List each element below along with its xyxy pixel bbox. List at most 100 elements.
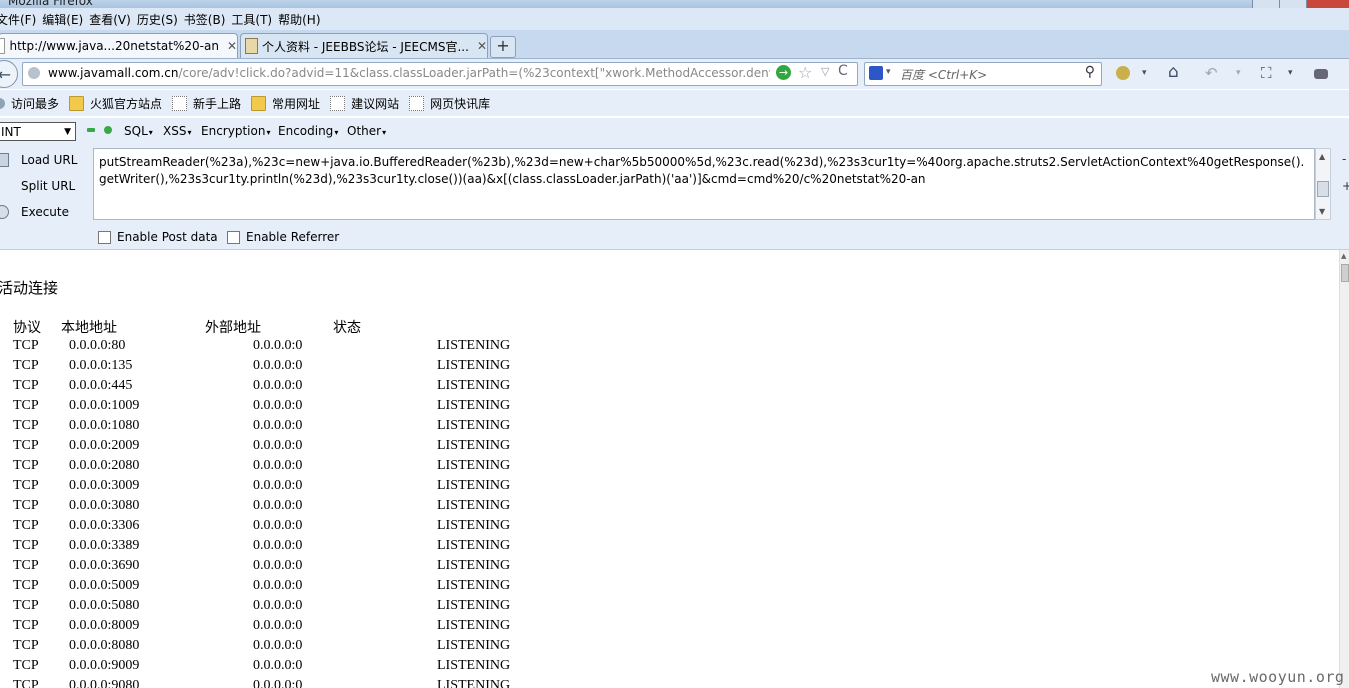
row-state: LISTENING (437, 338, 511, 353)
row-foreign-address: 0.0.0.0:0 (253, 338, 303, 353)
row-state: LISTENING (437, 358, 511, 373)
row-foreign-address: 0.0.0.0:0 (253, 458, 303, 473)
load-url-button[interactable]: Load URL (0, 153, 77, 167)
search-input[interactable]: 百度 <Ctrl+K> (900, 66, 987, 83)
row-protocol: TCP (13, 338, 39, 353)
menu-edit[interactable]: 编辑(E) (42, 11, 89, 28)
menu-xss[interactable]: XSS (163, 124, 191, 138)
url-dropdown-icon[interactable]: ▽ (821, 65, 829, 78)
search-bar[interactable]: ▾ 百度 <Ctrl+K> ⚲ (864, 62, 1102, 86)
url-input[interactable]: www.javamall.com.cn/core/adv!click.do?ad… (48, 66, 770, 80)
addon-icon[interactable] (1116, 66, 1130, 80)
close-tab-icon[interactable]: ✕ (227, 39, 237, 53)
chevron-down-icon[interactable]: ▾ (1142, 68, 1147, 78)
scrollbar-thumb[interactable] (1341, 264, 1349, 282)
menu-file[interactable]: 文件(F) (0, 11, 42, 28)
close-window-button[interactable] (1306, 0, 1349, 8)
grow-textarea-button[interactable]: + (1342, 179, 1349, 193)
chevron-down-icon[interactable]: ▾ (1236, 68, 1241, 78)
scrollbar-thumb[interactable] (1317, 181, 1329, 197)
hackbar-type-select[interactable]: INT ▼ (0, 122, 76, 141)
split-url-button[interactable]: Split URL (0, 179, 75, 193)
checkbox-box[interactable] (98, 230, 111, 244)
addon-bug-icon[interactable] (1314, 69, 1328, 79)
row-local-address: 0.0.0.0:3009 (69, 478, 140, 493)
scroll-down-icon[interactable]: ▼ (1319, 207, 1325, 216)
row-local-address: 0.0.0.0:1009 (69, 398, 140, 413)
search-icon[interactable]: ⚲ (1085, 64, 1095, 80)
shrink-textarea-button[interactable]: - (1342, 152, 1346, 166)
maximize-button[interactable] (1279, 0, 1306, 8)
menu-tools[interactable]: 工具(T) (231, 11, 278, 28)
select-value: INT (1, 125, 21, 139)
minimize-button[interactable] (1252, 0, 1279, 8)
menu-encryption[interactable]: Encryption (201, 124, 270, 138)
row-state: LISTENING (437, 398, 511, 413)
menu-view[interactable]: 查看(V) (89, 11, 137, 28)
back-button[interactable]: ← (0, 60, 18, 88)
row-state: LISTENING (437, 418, 511, 433)
new-tab-button[interactable]: + (490, 36, 516, 58)
row-state: LISTENING (437, 598, 511, 613)
row-local-address: 0.0.0.0:2009 (69, 438, 140, 453)
execute-button[interactable]: Execute (0, 205, 69, 219)
row-foreign-address: 0.0.0.0:0 (253, 478, 303, 493)
enable-referrer-checkbox[interactable]: Enable Referrer (227, 230, 339, 244)
hackbar-url-textarea[interactable]: putStreamReader(%23a),%23c=new+java.io.B… (93, 148, 1315, 220)
scroll-up-icon[interactable]: ▲ (1319, 152, 1325, 161)
page-scrollbar[interactable]: ▲ (1339, 250, 1349, 688)
undo-icon[interactable]: ↶ (1205, 64, 1218, 82)
tab-netstat[interactable]: http://www.java...20netstat%20-an ✕ (0, 33, 238, 58)
decrease-icon[interactable] (87, 128, 95, 132)
tab-jeebbs[interactable]: 个人资料 - JEEBBS论坛 - JEECMS官... ✕ (240, 33, 488, 58)
bookmark-common-sites[interactable]: 常用网址 (251, 95, 320, 112)
menu-history[interactable]: 历史(S) (137, 11, 184, 28)
row-foreign-address: 0.0.0.0:0 (253, 678, 303, 688)
reload-icon[interactable]: C (838, 63, 848, 79)
scroll-up-icon[interactable]: ▲ (1341, 252, 1346, 260)
page-icon (245, 38, 258, 54)
menu-encoding[interactable]: Encoding (278, 124, 338, 138)
page-icon (0, 38, 6, 54)
increase-icon[interactable] (104, 126, 112, 134)
checkbox-label: Enable Post data (117, 230, 218, 244)
row-local-address: 0.0.0.0:8080 (69, 638, 140, 653)
tab-strip: http://www.java...20netstat%20-an ✕ 个人资料… (0, 30, 1349, 59)
search-engine-icon[interactable] (869, 66, 883, 80)
home-icon[interactable]: ⌂ (1168, 62, 1179, 82)
row-state: LISTENING (437, 678, 511, 688)
enable-post-data-checkbox[interactable]: Enable Post data (98, 230, 218, 244)
chevron-down-icon[interactable]: ▾ (886, 67, 891, 77)
bookmark-suggested-sites[interactable]: 建议网站 (330, 95, 399, 112)
textarea-scrollbar[interactable]: ▲ ▼ (1315, 148, 1331, 220)
row-state: LISTENING (437, 438, 511, 453)
window-controls (1252, 0, 1349, 8)
close-tab-icon[interactable]: ✕ (477, 39, 487, 53)
menu-bookmarks[interactable]: 书签(B) (184, 11, 232, 28)
url-bar[interactable]: www.javamall.com.cn/core/adv!click.do?ad… (22, 62, 858, 86)
bookmark-label: 访问最多 (11, 96, 60, 111)
row-protocol: TCP (13, 618, 39, 633)
row-protocol: TCP (13, 558, 39, 573)
page-icon (330, 95, 346, 111)
row-local-address: 0.0.0.0:5080 (69, 598, 140, 613)
row-local-address: 0.0.0.0:3389 (69, 538, 140, 553)
site-identity-icon[interactable] (28, 67, 40, 79)
window-title: Mozilla Firefox (8, 0, 93, 8)
chevron-down-icon[interactable]: ▾ (1288, 68, 1293, 78)
bookmark-web-slice[interactable]: 网页快讯库 (409, 95, 490, 112)
bookmark-star-icon[interactable]: ☆ (798, 63, 812, 82)
go-arrow-icon[interactable]: → (776, 65, 791, 80)
bookmark-most-visited[interactable]: 访问最多 (0, 95, 59, 112)
crop-icon[interactable]: ⛶ (1261, 64, 1272, 82)
menu-help[interactable]: 帮助(H) (278, 11, 326, 28)
checkbox-box[interactable] (227, 230, 240, 244)
bookmark-getting-started[interactable]: 新手上路 (172, 95, 241, 112)
menu-sql[interactable]: SQL (124, 124, 153, 138)
execute-icon (0, 205, 9, 219)
bookmark-firefox-official[interactable]: 火狐官方站点 (69, 95, 162, 112)
row-foreign-address: 0.0.0.0:0 (253, 378, 303, 393)
row-foreign-address: 0.0.0.0:0 (253, 518, 303, 533)
menu-other[interactable]: Other (347, 124, 386, 138)
row-protocol: TCP (13, 538, 39, 553)
